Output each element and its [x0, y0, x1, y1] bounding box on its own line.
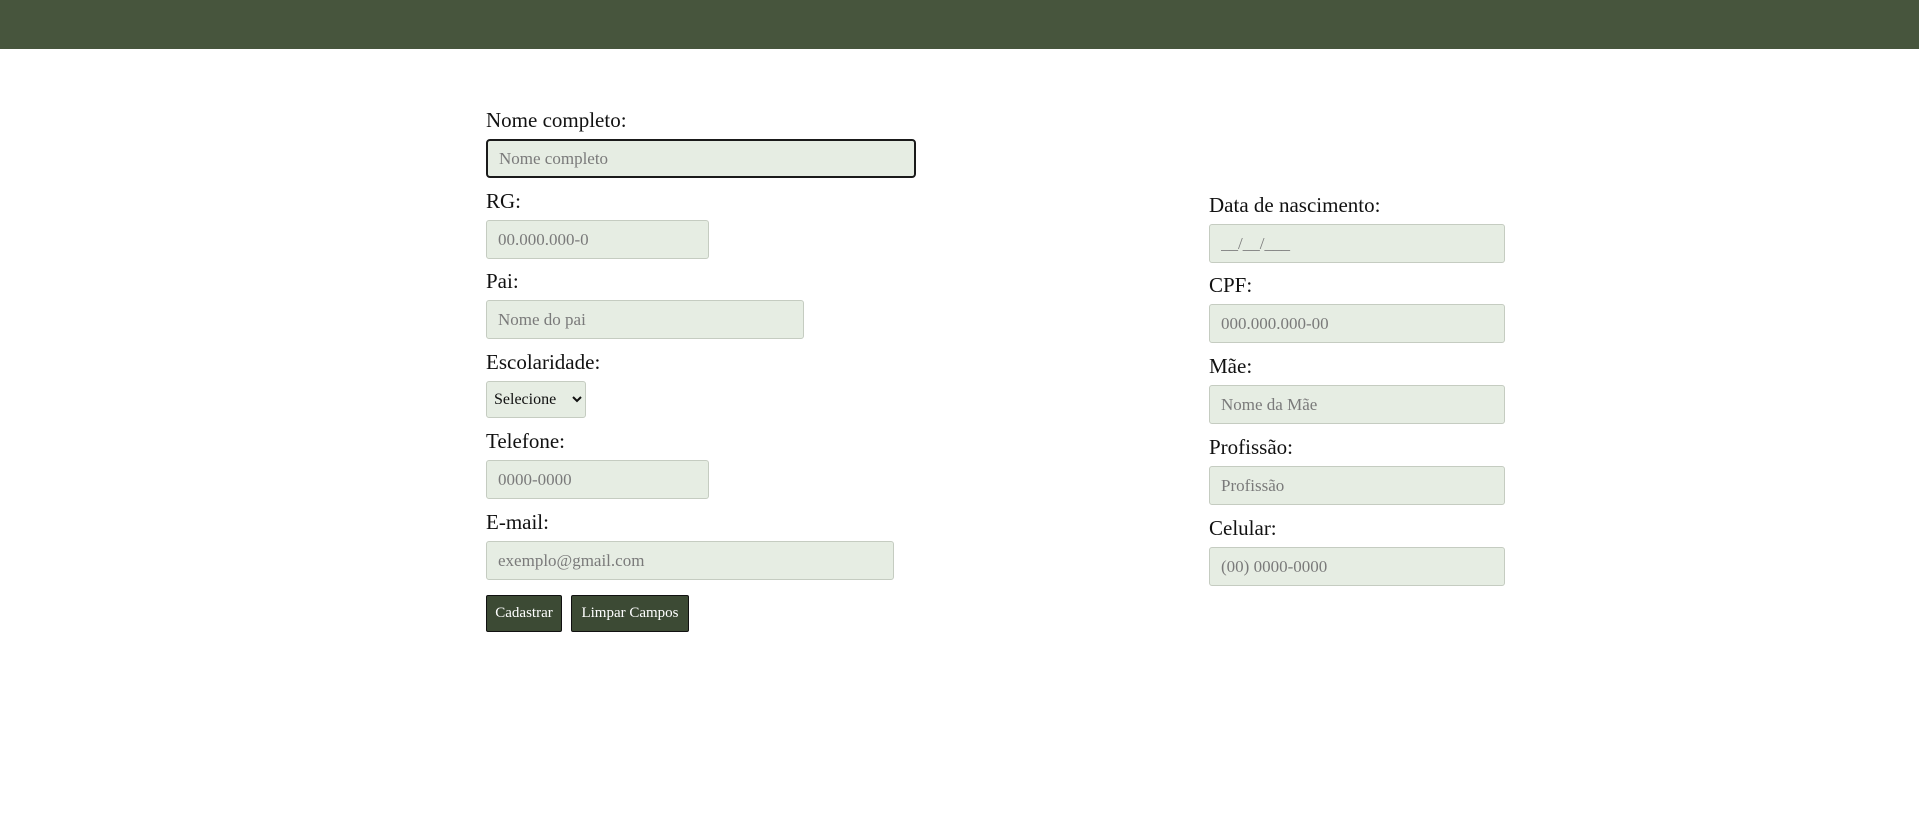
top-header-bar	[0, 0, 1919, 49]
celular-input[interactable]	[1209, 547, 1505, 586]
nascimento-label: Data de nascimento:	[1209, 193, 1381, 217]
nome-label: Nome completo:	[486, 108, 627, 132]
celular-field: Celular:	[1209, 516, 1505, 586]
telefone-input[interactable]	[486, 460, 709, 499]
nome-input[interactable]	[486, 139, 916, 178]
pai-field: Pai:	[486, 269, 804, 339]
pai-label: Pai:	[486, 269, 519, 293]
mae-label: Mãe:	[1209, 354, 1253, 378]
escolaridade-field: Escolaridade: Selecione	[486, 350, 600, 418]
profissao-label: Profissão:	[1209, 435, 1293, 459]
rg-input[interactable]	[486, 220, 709, 259]
telefone-label: Telefone:	[486, 429, 565, 453]
mae-input[interactable]	[1209, 385, 1505, 424]
cpf-label: CPF:	[1209, 273, 1253, 297]
rg-label: RG:	[486, 189, 522, 213]
cpf-input[interactable]	[1209, 304, 1505, 343]
escolaridade-select[interactable]: Selecione	[486, 381, 586, 418]
nascimento-input[interactable]	[1209, 224, 1505, 263]
rg-field: RG:	[486, 189, 709, 259]
cpf-field: CPF:	[1209, 273, 1505, 343]
email-input[interactable]	[486, 541, 894, 580]
email-label: E-mail:	[486, 510, 549, 534]
nome-field: Nome completo:	[486, 108, 916, 178]
celular-label: Celular:	[1209, 516, 1277, 540]
cadastrar-button[interactable]: Cadastrar	[486, 595, 562, 632]
telefone-field: Telefone:	[486, 429, 709, 499]
pai-input[interactable]	[486, 300, 804, 339]
nascimento-field: Data de nascimento:	[1209, 193, 1505, 263]
profissao-input[interactable]	[1209, 466, 1505, 505]
escolaridade-label: Escolaridade:	[486, 350, 601, 374]
email-field: E-mail:	[486, 510, 894, 580]
profissao-field: Profissão:	[1209, 435, 1505, 505]
limpar-campos-button[interactable]: Limpar Campos	[571, 595, 689, 632]
mae-field: Mãe:	[1209, 354, 1505, 424]
